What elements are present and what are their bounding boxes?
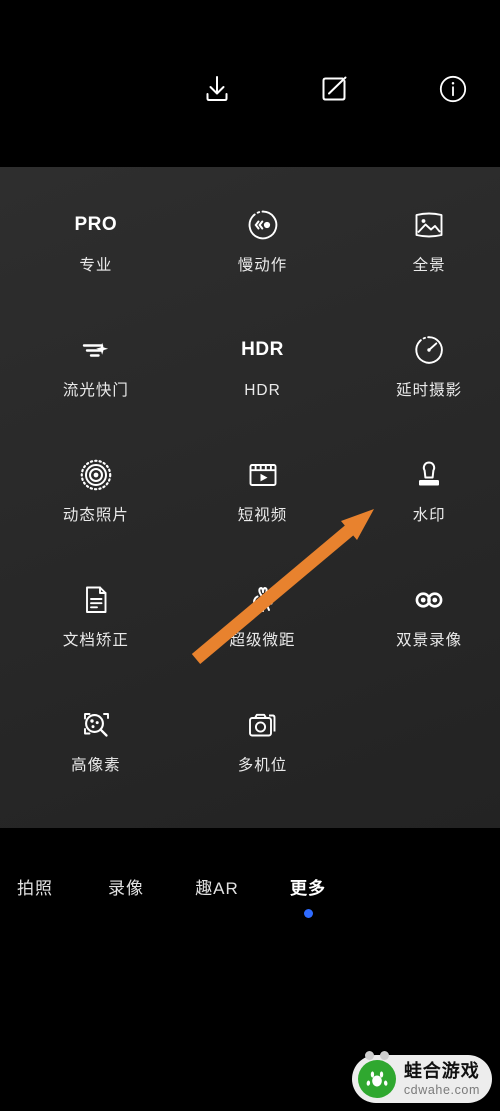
download-icon xyxy=(200,72,234,106)
top-toolbar xyxy=(0,0,500,167)
tab-label: 拍照 xyxy=(17,879,53,898)
light-painting-icon xyxy=(74,330,118,370)
mode-item-hdr[interactable]: HDR HDR xyxy=(192,330,334,455)
tab-photo[interactable]: 拍照 xyxy=(0,874,80,899)
more-modes-panel: PRO 专业 慢动作 全景 流光快门 HDR HDR 延时摄影 动态照片 短视频… xyxy=(0,167,500,828)
info-button[interactable] xyxy=(432,68,474,110)
tab-label: 更多 xyxy=(290,879,326,898)
mode-row: 动态照片 短视频 水印 xyxy=(0,455,500,580)
hdr-icon-label: HDR xyxy=(241,339,284,360)
tab-more[interactable]: 更多 xyxy=(262,874,354,918)
hdr-text-icon: HDR xyxy=(241,330,285,370)
mode-label: 专业 xyxy=(79,257,113,274)
mode-row: 高像素 多机位 xyxy=(0,705,500,830)
dual-view-video-icon xyxy=(407,580,451,620)
mode-label: 双景录像 xyxy=(396,632,463,649)
mode-label: 慢动作 xyxy=(237,257,288,274)
tab-ar[interactable]: 趣AR xyxy=(172,874,262,899)
tab-video[interactable]: 录像 xyxy=(80,874,172,899)
mode-row: 文档矫正 超级微距 双景录像 xyxy=(0,580,500,705)
mode-label: 文档矫正 xyxy=(62,632,129,649)
mode-label: 高像素 xyxy=(71,757,121,774)
high-resolution-icon xyxy=(74,705,118,745)
mode-tab-list: 拍照 录像 趣AR 更多 xyxy=(0,874,500,918)
frog-eyes-icon xyxy=(364,1051,389,1060)
mode-label: 多机位 xyxy=(237,757,288,774)
panorama-icon xyxy=(407,205,451,245)
mode-label: 短视频 xyxy=(237,507,288,524)
mode-label: 动态照片 xyxy=(62,507,129,524)
edit-button[interactable] xyxy=(314,68,356,110)
time-lapse-icon xyxy=(407,330,451,370)
mode-item-document-correction[interactable]: 文档矫正 xyxy=(25,580,167,705)
watermark-stamp-icon xyxy=(407,455,451,495)
mode-item-slow-motion[interactable]: 慢动作 xyxy=(192,205,334,330)
toolbar-icon-group xyxy=(196,68,474,110)
mode-item-live-photo[interactable]: 动态照片 xyxy=(25,455,167,580)
mode-item-light-painting[interactable]: 流光快门 xyxy=(25,330,167,455)
mode-label: HDR xyxy=(244,382,281,399)
mode-item-panorama[interactable]: 全景 xyxy=(358,205,500,330)
super-macro-icon xyxy=(241,580,285,620)
watermark-site-name: 蛙合游戏 xyxy=(403,1060,480,1081)
mode-item-super-macro[interactable]: 超级微距 xyxy=(192,580,334,705)
mode-label: 超级微距 xyxy=(229,632,296,649)
mode-tabbar: 拍照 录像 趣AR 更多 xyxy=(0,828,500,948)
active-tab-indicator-dot xyxy=(303,909,313,918)
mode-item-watermark[interactable]: 水印 xyxy=(358,455,500,580)
tab-label: 录像 xyxy=(108,879,144,898)
slow-motion-icon xyxy=(241,205,285,245)
mode-item-empty-slot xyxy=(358,705,500,830)
watermark-text: 蛙合游戏 cdwahe.com xyxy=(404,1062,480,1097)
info-icon xyxy=(436,72,470,106)
pro-icon-label: PRO xyxy=(74,214,118,235)
watermark-site-url: cdwahe.com xyxy=(403,1082,480,1097)
mode-row: 流光快门 HDR HDR 延时摄影 xyxy=(0,330,500,455)
mode-item-time-lapse[interactable]: 延时摄影 xyxy=(358,330,500,455)
mode-label: 流光快门 xyxy=(62,382,129,399)
tab-label: 趣AR xyxy=(195,879,239,898)
site-watermark: 蛙合游戏 cdwahe.com xyxy=(351,1051,492,1103)
mode-item-high-resolution[interactable]: 高像素 xyxy=(25,705,167,830)
mode-item-pro[interactable]: PRO 专业 xyxy=(25,205,167,330)
mode-row: PRO 专业 慢动作 全景 xyxy=(0,205,500,330)
mode-label: 全景 xyxy=(412,257,446,274)
mode-item-short-video[interactable]: 短视频 xyxy=(192,455,334,580)
download-button[interactable] xyxy=(196,68,238,110)
mode-label: 水印 xyxy=(412,507,446,524)
frog-glyph-icon xyxy=(366,1071,388,1087)
camera-more-modes-screen: PRO 专业 慢动作 全景 流光快门 HDR HDR 延时摄影 动态照片 短视频… xyxy=(0,0,500,1111)
document-correction-icon xyxy=(74,580,118,620)
mode-item-multi-camera[interactable]: 多机位 xyxy=(192,705,334,830)
mode-label: 延时摄影 xyxy=(396,382,463,399)
multi-camera-icon xyxy=(241,705,285,745)
short-video-icon xyxy=(241,455,285,495)
frog-logo-icon xyxy=(357,1051,396,1098)
mode-grid: PRO 专业 慢动作 全景 流光快门 HDR HDR 延时摄影 动态照片 短视频… xyxy=(0,167,500,830)
live-photo-icon xyxy=(74,455,118,495)
pro-text-icon: PRO xyxy=(74,205,118,245)
mode-item-dual-view-video[interactable]: 双景录像 xyxy=(358,580,500,705)
edit-icon xyxy=(318,72,352,106)
